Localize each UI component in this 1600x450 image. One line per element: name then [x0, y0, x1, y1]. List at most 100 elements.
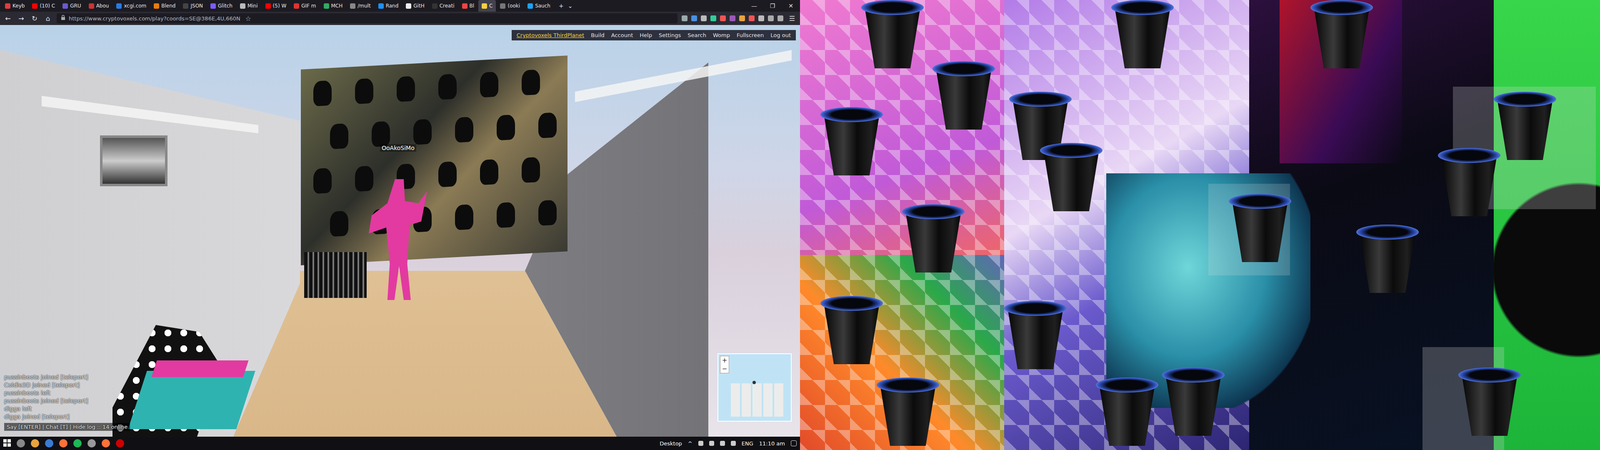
tray-icon[interactable] [698, 440, 704, 446]
extension-icon[interactable] [720, 15, 726, 22]
chat-input-hint[interactable]: Say [ENTER] | Chat [T] | Hide log :: 14 … [4, 422, 130, 431]
cup-body [1313, 6, 1370, 69]
app-icon[interactable] [59, 439, 68, 448]
back-button[interactable]: ← [3, 14, 13, 23]
world-link[interactable]: Cryptovoxels ThirdPlanet [516, 32, 585, 39]
clock[interactable]: 11:10 am [759, 440, 785, 447]
cup-shape [876, 377, 940, 447]
url-bar[interactable]: https://www.cryptovoxels.com/play?coords… [56, 13, 678, 24]
browser-tab[interactable]: Glitch [207, 0, 236, 12]
browser-tab[interactable]: JSON [179, 0, 207, 12]
art-panel [300, 55, 568, 266]
menu-item[interactable]: Fullscreen [736, 32, 764, 39]
app-icon[interactable] [101, 439, 110, 448]
cup-body [1232, 200, 1288, 263]
bookmark-button[interactable]: ☆ [243, 14, 253, 23]
tab-label: Creati [439, 2, 455, 9]
browser-tab[interactable]: Blend [150, 0, 179, 12]
browser-tab[interactable]: xcgi.com [112, 0, 150, 12]
window-controls: —❐✕ [745, 0, 800, 12]
tray-arrow-button[interactable]: ^ [687, 440, 693, 447]
zoom-out-button[interactable]: − [720, 364, 729, 373]
favicon-icon [32, 3, 38, 9]
browser-tab[interactable]: GRU [59, 0, 85, 12]
extension-icon[interactable] [710, 15, 717, 22]
cup-rim [861, 0, 924, 15]
extension-icon[interactable] [739, 15, 745, 22]
cup-body [880, 384, 936, 446]
browser-tab[interactable]: Keyb [1, 0, 28, 12]
art-cup [480, 159, 499, 185]
extension-icon[interactable] [681, 15, 688, 22]
app-icon[interactable] [87, 439, 96, 448]
app-icon[interactable] [30, 439, 40, 448]
chat-line: pussinboots left [4, 389, 130, 397]
browser-tab[interactable]: Rand [375, 0, 403, 12]
window-control-button[interactable]: — [745, 2, 764, 10]
browser-tab[interactable]: C [478, 0, 496, 12]
menu-item[interactable]: Search [687, 32, 707, 39]
browser-tab[interactable]: Sauch [524, 0, 554, 12]
game-viewport[interactable]: OoAkoSiMoCryptovoxels ThirdPlanetBuildAc… [0, 25, 800, 437]
tab-tools: +⌄ [554, 0, 577, 12]
menu-item[interactable]: Build [590, 32, 605, 39]
cup-body [1497, 98, 1553, 160]
browser-tab[interactable]: (10) C [28, 0, 59, 12]
language-indicator[interactable]: ENG [741, 440, 754, 447]
menu-item[interactable]: Log out [770, 32, 791, 39]
extension-icon[interactable] [748, 15, 755, 22]
menu-item[interactable]: Womp [712, 32, 730, 39]
menu-item[interactable]: Settings [658, 32, 681, 39]
notification-icon[interactable] [790, 440, 797, 447]
zoom-in-button[interactable]: + [720, 356, 729, 365]
menu-item[interactable]: Account [611, 32, 634, 39]
cup-rim [932, 61, 995, 77]
browser-tab[interactable]: (5) W [262, 0, 290, 12]
extension-icon[interactable] [758, 15, 765, 22]
browser-tab[interactable]: Creati [428, 0, 458, 12]
reload-button[interactable]: ↻ [30, 14, 40, 23]
app-icon[interactable] [73, 439, 82, 448]
cup-rim [820, 295, 883, 311]
art-cup [438, 73, 457, 100]
windows-start-icon[interactable] [3, 439, 11, 448]
art-cup [438, 161, 457, 188]
app-icon[interactable] [45, 439, 54, 448]
extension-icon[interactable] [691, 15, 698, 22]
cup-rim [1095, 377, 1159, 393]
menu-button[interactable]: ☰ [787, 14, 797, 23]
browser-tab[interactable]: (ooki [496, 0, 524, 12]
window-control-button[interactable]: ✕ [781, 2, 800, 10]
tab-label: /mult [357, 2, 371, 9]
window-control-button[interactable]: ❐ [763, 2, 782, 10]
cup-shape [1437, 147, 1501, 217]
favicon-icon [350, 3, 356, 9]
browser-tab[interactable]: GitH [402, 0, 428, 12]
extension-icon[interactable] [777, 15, 784, 22]
home-button[interactable]: ⌂ [43, 14, 53, 23]
desktop-toolbar[interactable]: Desktop [659, 440, 683, 447]
tray-icon[interactable] [709, 440, 715, 446]
extension-icon[interactable] [700, 15, 707, 22]
browser-tab[interactable]: Bl [458, 0, 478, 12]
extension-icon[interactable] [729, 15, 736, 22]
cup-shape [1493, 91, 1557, 161]
menu-item[interactable]: Help [639, 32, 653, 39]
minimap[interactable]: +− [717, 353, 792, 422]
browser-tab[interactable]: /mult [346, 0, 374, 12]
cup-rim [1162, 367, 1225, 383]
favicon-icon [500, 3, 506, 9]
cup-body [1043, 149, 1100, 212]
app-icon[interactable] [16, 439, 25, 448]
forward-button[interactable]: → [16, 14, 26, 23]
browser-tab[interactable]: GIF m [290, 0, 320, 12]
browser-tab[interactable]: MCH [320, 0, 347, 12]
new-tab-button[interactable]: + [558, 2, 564, 10]
tray-icon[interactable] [730, 440, 736, 446]
tab-list-button[interactable]: ⌄ [567, 2, 573, 10]
tray-icon[interactable] [720, 440, 725, 446]
browser-tab[interactable]: Mini [236, 0, 262, 12]
app-icon[interactable] [115, 439, 125, 448]
extension-icon[interactable] [767, 15, 774, 22]
browser-tab[interactable]: Abou [85, 0, 113, 12]
